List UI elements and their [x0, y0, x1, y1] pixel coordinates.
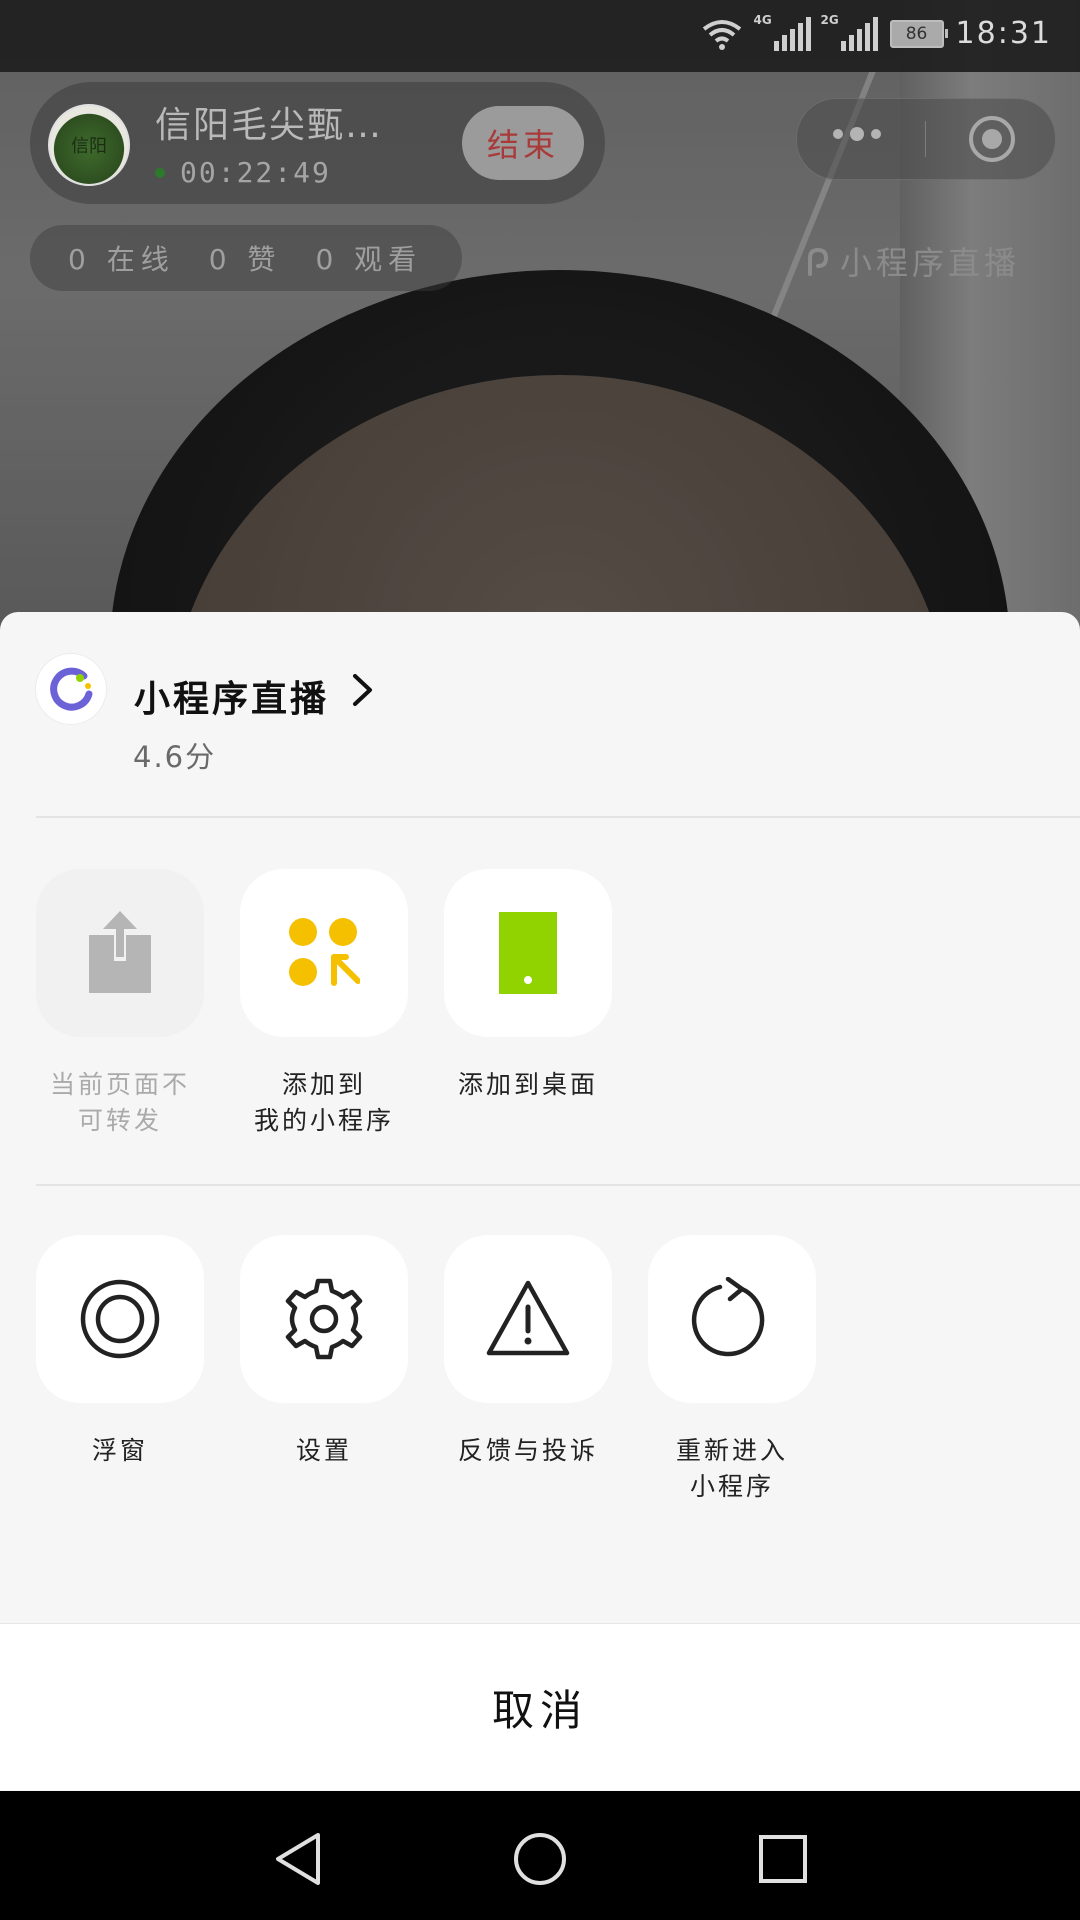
add-to-desktop-icon — [499, 912, 557, 994]
app-name: 小程序直播 — [134, 679, 330, 720]
end-live-button[interactable]: 结束 — [462, 106, 584, 180]
share-label: 当前页面不 可转发 — [49, 1070, 190, 1135]
link-icon — [808, 247, 829, 276]
divider — [36, 1184, 1080, 1186]
add-to-my-miniprogram-tile[interactable]: 添加到 我的小程序 — [240, 869, 408, 1139]
share-tile: 当前页面不 可转发 — [36, 869, 204, 1139]
feedback-tile[interactable]: 反馈与投诉 — [444, 1235, 612, 1469]
divider — [36, 816, 1080, 818]
floating-window-label: 浮窗 — [91, 1436, 148, 1465]
reenter-button[interactable] — [648, 1235, 816, 1403]
share-button — [36, 869, 204, 1037]
share-icon — [89, 911, 151, 993]
reenter-tile[interactable]: 重新进入 小程序 — [648, 1235, 816, 1505]
anchor-avatar[interactable]: 信阳 — [48, 104, 130, 186]
close-miniprogram-icon[interactable] — [969, 116, 1015, 162]
add-to-my-miniprogram-button[interactable] — [240, 869, 408, 1037]
settings-label: 设置 — [295, 1436, 352, 1465]
status-bar: 4G 2G 86 18:31 — [0, 0, 1080, 72]
floating-window-tile[interactable]: 浮窗 — [36, 1235, 204, 1469]
add-to-desktop-button[interactable] — [444, 869, 612, 1037]
app-rating: 4.6分 — [133, 740, 217, 774]
live-watermark: 小程序直播 — [800, 238, 1020, 284]
system-navigation-bar — [0, 1791, 1080, 1920]
end-live-label: 结束 — [486, 126, 559, 164]
reload-icon — [691, 1277, 765, 1357]
add-to-desktop-label: 添加到桌面 — [457, 1070, 598, 1099]
more-options-icon[interactable] — [833, 127, 881, 141]
app-logo — [36, 654, 106, 724]
wifi-icon — [702, 19, 741, 50]
view-count: 0 观看 — [315, 243, 423, 276]
cancel-button[interactable]: 取消 — [0, 1623, 1080, 1790]
online-count: 0 在线 — [68, 243, 175, 276]
recent-apps-icon[interactable] — [756, 1831, 810, 1887]
add-to-my-miniprogram-label: 添加到 我的小程序 — [253, 1070, 394, 1135]
anchor-name: 信阳毛尖甄… — [155, 105, 384, 146]
battery-indicator: 86 — [889, 19, 948, 48]
settings-button[interactable] — [240, 1235, 408, 1403]
watermark-label: 小程序直播 — [840, 244, 1021, 282]
back-icon[interactable] — [272, 1831, 326, 1887]
cancel-label: 取消 — [491, 1685, 588, 1735]
add-to-desktop-tile[interactable]: 添加到桌面 — [444, 869, 612, 1103]
feedback-button[interactable] — [444, 1235, 612, 1403]
feedback-label: 反馈与投诉 — [457, 1436, 598, 1465]
miniprogram-capsule — [796, 98, 1056, 180]
cellular-signal-icon: 4G — [754, 13, 811, 51]
battery-level: 86 — [905, 23, 928, 44]
chevron-right-icon — [353, 674, 372, 706]
live-stats-pill: 0 在线 0 赞 0 观看 — [30, 225, 462, 291]
warning-triangle-icon — [486, 1280, 570, 1356]
settings-tile[interactable]: 设置 — [240, 1235, 408, 1469]
app-info-header[interactable]: 小程序直播 4.6分 — [0, 612, 1080, 816]
floating-window-icon — [80, 1279, 160, 1359]
cellular-signal-2-icon: 2G — [821, 13, 878, 51]
live-elapsed-time: 00:22:49 — [180, 156, 331, 189]
floating-window-button[interactable] — [36, 1235, 204, 1403]
settings-gear-icon — [285, 1278, 363, 1360]
live-indicator-dot — [155, 168, 165, 178]
add-to-my-miniprogram-icon — [289, 918, 360, 986]
like-count: 0 赞 — [208, 243, 282, 276]
clock: 18:31 — [955, 16, 1052, 51]
home-icon[interactable] — [513, 1831, 567, 1887]
action-sheet: 小程序直播 4.6分 当前页面不 可转发 添加到 我的小程序 添加到桌面 浮窗 … — [0, 612, 1080, 1791]
reenter-label: 重新进入 小程序 — [675, 1436, 788, 1501]
